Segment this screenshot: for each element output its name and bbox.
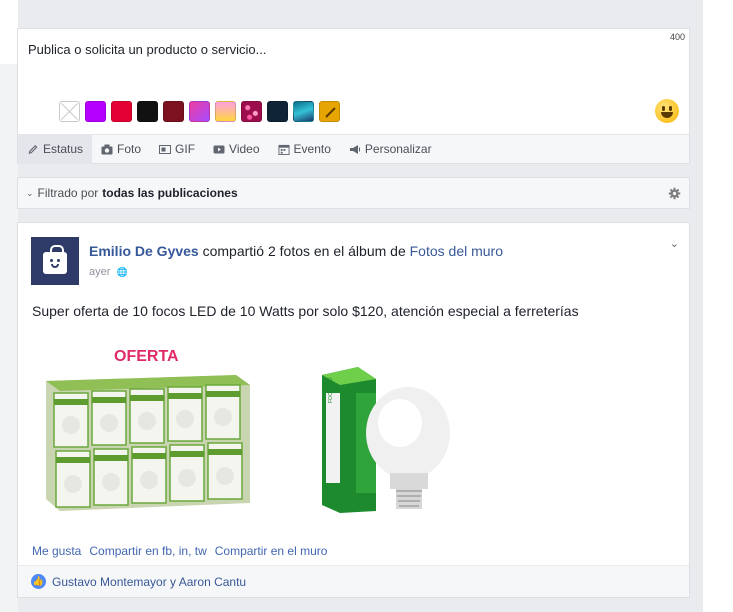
timestamp-text[interactable]: ayer xyxy=(89,266,110,278)
filter-value[interactable]: todas las publicaciones xyxy=(102,186,237,200)
tab-evento-label: Evento xyxy=(293,142,331,156)
share-external-link[interactable]: Compartir en fb, in, tw xyxy=(89,544,206,558)
post-actions: Me gusta Compartir en fb, in, tw Compart… xyxy=(32,544,327,558)
post-timestamp: ayer 🌐 xyxy=(89,266,128,278)
tab-estatus-label: Estatus xyxy=(43,142,84,156)
album-link[interactable]: Fotos del muro xyxy=(410,243,503,259)
photo-offer-label: OFERTA xyxy=(114,348,179,365)
background-swatches xyxy=(59,101,340,122)
megaphone-icon xyxy=(349,144,360,154)
photo-led-bulb[interactable]: FOCO LED xyxy=(318,363,458,513)
swatch-teal-space[interactable] xyxy=(293,101,314,122)
tab-gif[interactable]: GIF xyxy=(150,135,204,164)
filter-prefix: Filtrado por xyxy=(37,186,99,200)
likes-summary: 👍 Gustavo Montemayor y Aaron Cantu xyxy=(18,565,689,597)
tab-foto[interactable]: Foto xyxy=(92,135,150,164)
likers-text[interactable]: Gustavo Montemayor y Aaron Cantu xyxy=(52,575,246,589)
avatar[interactable] xyxy=(31,237,79,285)
smiley-icon[interactable] xyxy=(655,99,679,123)
left-panel-header xyxy=(0,0,18,64)
swatch-purple[interactable] xyxy=(85,101,106,122)
chevron-down-icon[interactable]: ⌄ xyxy=(670,237,679,250)
post-action-text: compartió 2 fotos en el álbum de xyxy=(202,243,406,259)
author-link[interactable]: Emilio De Gyves xyxy=(89,243,199,259)
tab-foto-label: Foto xyxy=(117,142,142,156)
pencil-icon xyxy=(28,144,38,154)
camera-icon xyxy=(101,144,113,154)
globe-icon: 🌐 xyxy=(116,267,128,277)
composer-tabs: Estatus Foto GIF Video Evento Personaliz… xyxy=(18,134,689,164)
thumbs-up-icon: 👍 xyxy=(31,574,46,589)
gif-icon xyxy=(159,144,172,154)
swatch-none[interactable] xyxy=(59,101,80,122)
chevron-down-icon: ⌄ xyxy=(26,187,34,198)
tab-video-label: Video xyxy=(229,142,260,156)
tab-personalizar-label: Personalizar xyxy=(364,142,432,156)
post-header: Emilio De Gyves compartió 2 fotos en el … xyxy=(89,243,503,259)
post-composer[interactable]: 400 Publica o solicita un producto o ser… xyxy=(17,28,690,164)
composer-input[interactable]: Publica o solicita un producto o servici… xyxy=(28,42,266,57)
pencil-icon xyxy=(325,107,336,118)
photo-bulb-box-label: FOCO LED xyxy=(328,377,334,403)
tab-personalizar[interactable]: Personalizar xyxy=(340,135,441,164)
feed-post: Emilio De Gyves compartió 2 fotos en el … xyxy=(17,222,690,598)
tab-video[interactable]: Video xyxy=(204,135,268,164)
swatch-yellow-pencil[interactable] xyxy=(319,101,340,122)
video-icon xyxy=(213,145,225,153)
tab-evento[interactable]: Evento xyxy=(269,135,340,164)
gear-icon[interactable] xyxy=(668,187,681,200)
feed-filter[interactable]: ⌄ Filtrado por todas las publicaciones xyxy=(17,177,690,209)
character-counter: 400 xyxy=(669,32,685,42)
swatch-red[interactable] xyxy=(111,101,132,122)
right-panel xyxy=(703,0,733,612)
swatch-pink-yellow-gradient[interactable] xyxy=(215,101,236,122)
share-wall-link[interactable]: Compartir en el muro xyxy=(215,544,328,558)
swatch-pink-dots[interactable] xyxy=(241,101,262,122)
swatch-maroon[interactable] xyxy=(163,101,184,122)
swatch-black[interactable] xyxy=(137,101,158,122)
tab-gif-label: GIF xyxy=(175,142,196,156)
tab-estatus[interactable]: Estatus xyxy=(18,134,93,164)
left-panel xyxy=(0,0,18,612)
post-text: Super oferta de 10 focos LED de 10 Watts… xyxy=(32,303,579,319)
photo-offer-pack[interactable]: OFERTA xyxy=(40,339,256,513)
swatch-pink-purple-gradient[interactable] xyxy=(189,101,210,122)
shopping-bag-icon xyxy=(43,245,67,274)
swatch-navy[interactable] xyxy=(267,101,288,122)
like-link[interactable]: Me gusta xyxy=(32,544,81,558)
calendar-icon xyxy=(278,144,290,155)
